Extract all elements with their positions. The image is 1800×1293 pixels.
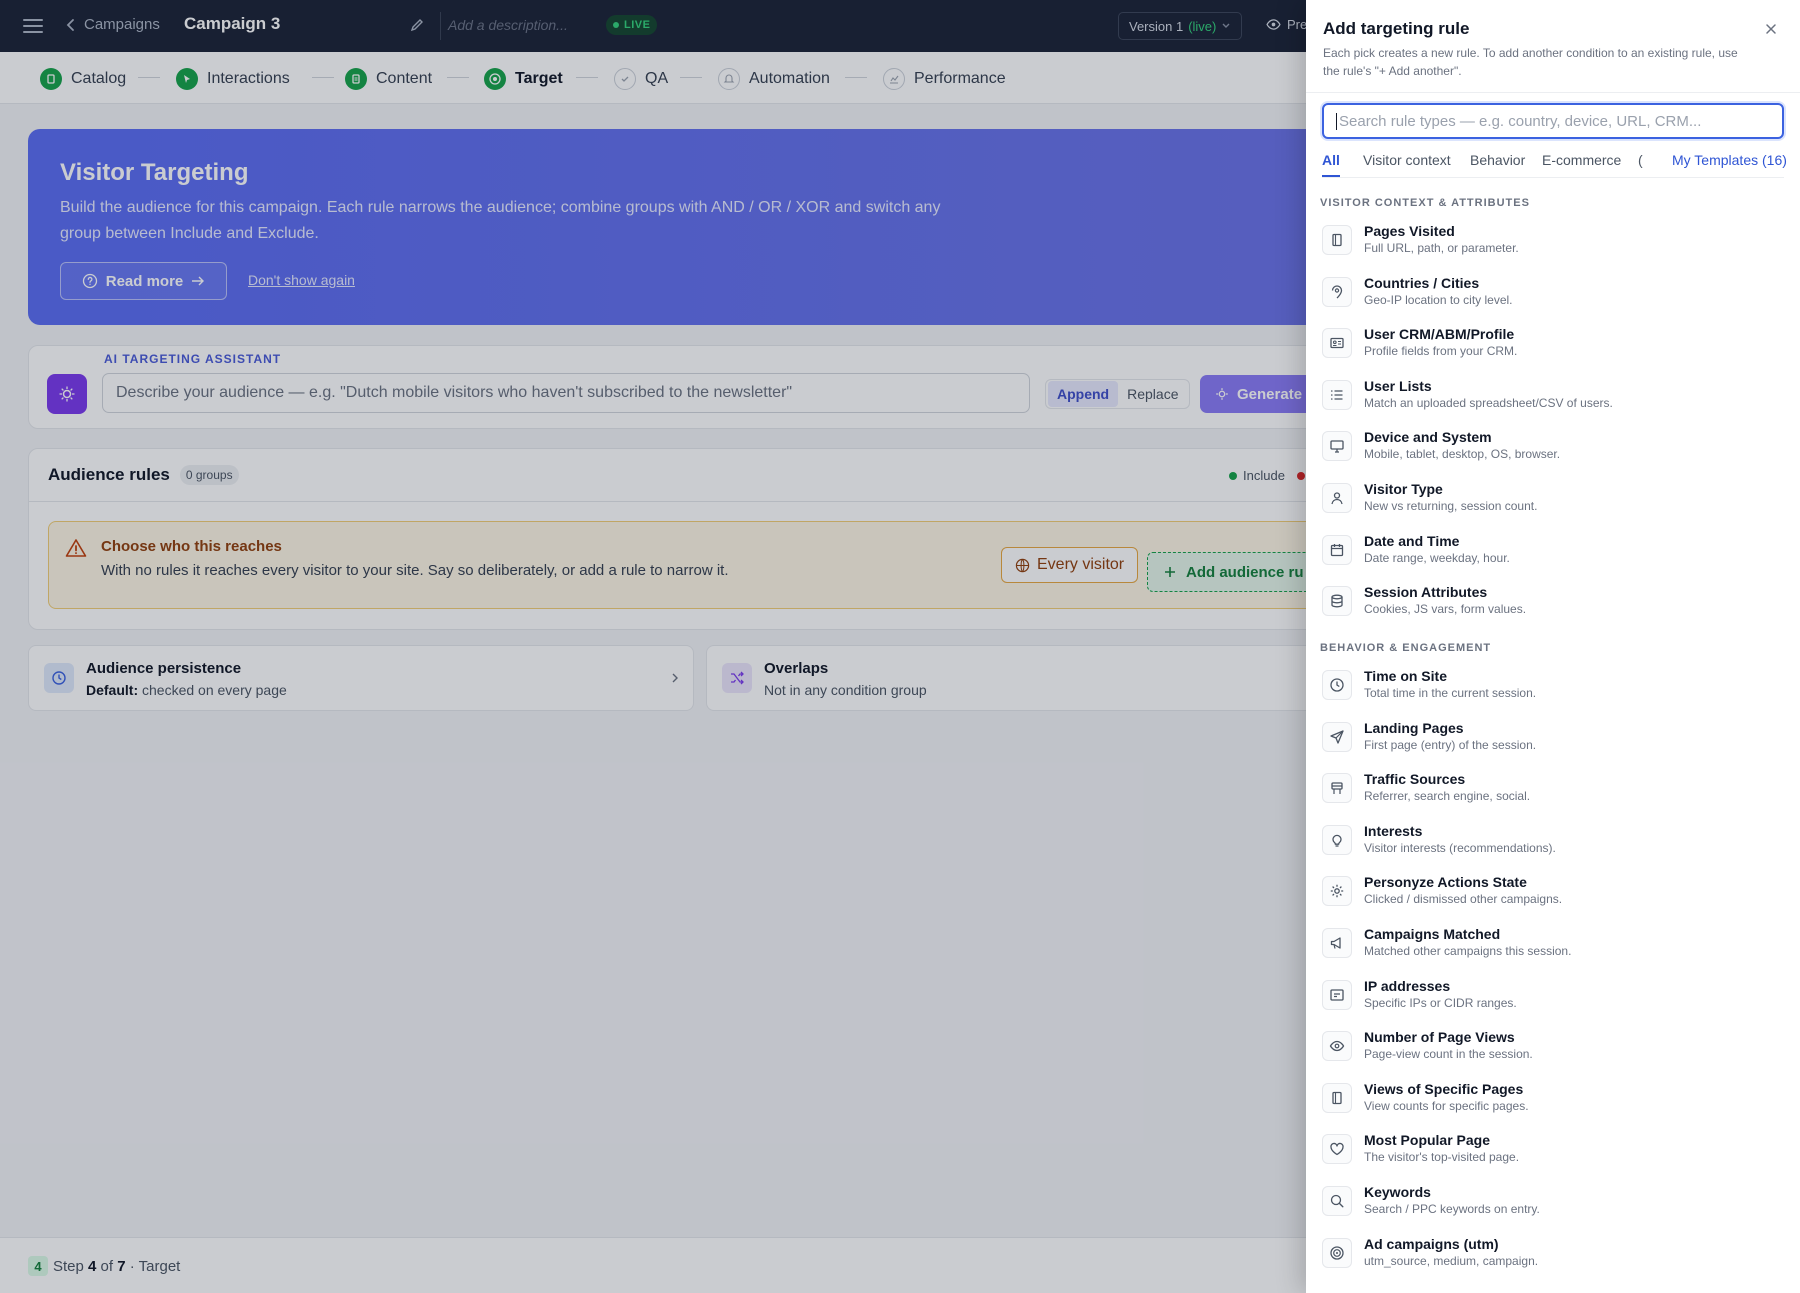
rule-type-item[interactable]: Visitor Type New vs returning, session co…	[1322, 477, 1782, 521]
rule-type-item[interactable]: Session Attributes Cookies, JS vars, form…	[1322, 580, 1782, 624]
rule-type-description: utm_source, medium, campaign.	[1364, 1253, 1539, 1268]
rule-type-title: Landing Pages	[1364, 719, 1464, 736]
rule-type-item[interactable]: Date and Time Date range, weekday, hour.	[1322, 529, 1782, 573]
tab-my-templates[interactable]: My Templates (16)	[1672, 152, 1787, 168]
rule-type-title: Date and Time	[1364, 532, 1460, 549]
rule-type-item[interactable]: Most Popular Page The visitor's top-visit…	[1322, 1128, 1782, 1172]
tab-all[interactable]: All	[1322, 152, 1340, 168]
rule-type-item[interactable]: User Lists Match an uploaded spreadsheet/…	[1322, 374, 1782, 418]
rule-type-item[interactable]: Traffic Sources Referrer, search engine, …	[1322, 767, 1782, 811]
section-heading: BEHAVIOR & ENGAGEMENT	[1320, 642, 1492, 654]
rule-type-item[interactable]: IP addresses Specific IPs or CIDR ranges.	[1322, 974, 1782, 1018]
rule-type-item[interactable]: Ad campaigns (utm) utm_source, medium, ca…	[1322, 1232, 1782, 1276]
rule-type-item[interactable]: Countries / Cities Geo-IP location to cit…	[1322, 271, 1782, 315]
target-icon	[1322, 1237, 1352, 1268]
list-icon	[1322, 379, 1352, 410]
rule-type-description: Match an uploaded spreadsheet/CSV of use…	[1364, 395, 1613, 410]
megaphone-icon	[1322, 928, 1352, 958]
gear-icon	[1322, 876, 1352, 907]
id-card-icon	[1322, 328, 1352, 359]
active-tab-indicator	[1322, 175, 1340, 177]
rule-type-description: The visitor's top-visited page.	[1364, 1150, 1520, 1165]
rule-type-description: Total time in the current session.	[1364, 686, 1537, 700]
location-pin-icon	[1322, 276, 1352, 307]
rule-type-title: Most Popular Page	[1364, 1132, 1491, 1149]
search-icon	[1322, 1186, 1352, 1216]
person-icon	[1322, 483, 1352, 513]
rule-type-item[interactable]: Time on Site Total time in the current se…	[1322, 664, 1782, 708]
tab-e-commerce[interactable]: E-commerce	[1542, 152, 1621, 168]
monitor-icon	[1322, 431, 1352, 462]
rule-type-item[interactable]: Campaigns Matched Matched other campaigns…	[1322, 922, 1782, 966]
rule-type-description: Geo-IP location to city level.	[1364, 292, 1513, 307]
pages-icon	[1322, 225, 1352, 255]
rule-type-title: Time on Site	[1364, 668, 1447, 684]
tab-behavior[interactable]: Behavior	[1470, 152, 1525, 168]
rule-type-description: Page-view count in the session.	[1364, 1047, 1533, 1062]
text-caret	[1336, 112, 1337, 130]
eye-icon	[1322, 1031, 1352, 1062]
tab-overflow[interactable]: (	[1638, 152, 1643, 168]
heart-icon	[1322, 1134, 1352, 1165]
rule-type-title: Session Attributes	[1364, 584, 1488, 601]
rule-type-title: IP addresses	[1364, 977, 1451, 994]
rule-type-title: User Lists	[1364, 377, 1432, 394]
rule-type-item[interactable]: User CRM/ABM/Profile Profile fields from …	[1322, 322, 1782, 366]
rule-type-title: Campaigns Matched	[1364, 926, 1501, 942]
rule-type-description: Cookies, JS vars, form values.	[1364, 602, 1527, 617]
rule-type-description: Clicked / dismissed other campaigns.	[1364, 892, 1563, 907]
rule-type-item[interactable]: Pages Visited Full URL, path, or paramete…	[1322, 219, 1782, 263]
signpost-icon	[1322, 773, 1352, 804]
rule-type-description: Search / PPC keywords on entry.	[1364, 1202, 1540, 1216]
rule-type-title: Visitor Type	[1364, 481, 1443, 497]
rule-type-title: Views of Specific Pages	[1364, 1080, 1524, 1097]
close-icon[interactable]	[1764, 22, 1778, 36]
rule-type-description: New vs returning, session count.	[1364, 499, 1538, 513]
database-icon	[1322, 586, 1352, 617]
clock-icon	[1322, 670, 1352, 700]
rule-type-title: Number of Page Views	[1364, 1029, 1515, 1046]
send-icon	[1322, 721, 1352, 752]
rule-type-item[interactable]: Interests Visitor interests (recommendati…	[1322, 819, 1782, 863]
rule-type-title: Personyze Actions State	[1364, 874, 1527, 891]
rule-type-title: Countries / Cities	[1364, 274, 1480, 291]
rule-type-item[interactable]: Personyze Actions State Clicked / dismiss…	[1322, 870, 1782, 914]
rule-type-title: Keywords	[1364, 1184, 1431, 1200]
rule-type-item[interactable]: Number of Page Views Page-view count in t…	[1322, 1025, 1782, 1069]
rule-type-description: Referrer, search engine, social.	[1364, 789, 1531, 804]
rule-type-title: Traffic Sources	[1364, 771, 1466, 788]
rule-category-tabs: All Visitor context Behavior E-commerce …	[1322, 150, 1787, 178]
rule-type-title: Ad campaigns (utm)	[1364, 1235, 1499, 1252]
panel-subtitle: Each pick creates a new rule. To add ano…	[1323, 46, 1738, 78]
rule-type-description: Matched other campaigns this session.	[1364, 944, 1572, 958]
rule-type-description: First page (entry) of the session.	[1364, 737, 1537, 752]
rule-search-input[interactable]: Search rule types — e.g. country, device…	[1322, 103, 1784, 139]
tab-visitor-context[interactable]: Visitor context	[1363, 152, 1451, 168]
divider	[1306, 92, 1800, 93]
rule-type-description: Mobile, tablet, desktop, OS, browser.	[1364, 447, 1561, 462]
rule-type-title: User CRM/ABM/Profile	[1364, 326, 1515, 343]
rule-type-item[interactable]: Views of Specific Pages View counts for s…	[1322, 1077, 1782, 1121]
rule-type-description: View counts for specific pages.	[1364, 1098, 1529, 1113]
pages-icon	[1322, 1082, 1352, 1113]
rule-type-title: Pages Visited	[1364, 223, 1455, 239]
search-placeholder: Search rule types — e.g. country, device…	[1339, 112, 1702, 130]
rule-type-item[interactable]: Keywords Search / PPC keywords on entry.	[1322, 1180, 1782, 1224]
rule-type-item[interactable]: Device and System Mobile, tablet, desktop…	[1322, 425, 1782, 469]
rule-type-description: Full URL, path, or parameter.	[1364, 241, 1519, 255]
rule-type-description: Profile fields from your CRM.	[1364, 344, 1518, 359]
add-targeting-rule-panel: Add targeting rule Each pick creates a n…	[1306, 0, 1800, 1293]
lightbulb-icon	[1322, 824, 1352, 855]
section-heading: VISITOR CONTEXT & ATTRIBUTES	[1320, 197, 1530, 209]
rule-type-title: Interests	[1364, 822, 1423, 839]
rule-type-title: Device and System	[1364, 429, 1492, 446]
rule-type-description: Specific IPs or CIDR ranges.	[1364, 995, 1517, 1010]
rule-type-description: Visitor interests (recommendations).	[1364, 840, 1556, 855]
rule-type-item[interactable]: Landing Pages First page (entry) of the s…	[1322, 716, 1782, 760]
terminal-icon	[1322, 979, 1352, 1010]
calendar-icon	[1322, 534, 1352, 565]
rule-type-description: Date range, weekday, hour.	[1364, 550, 1510, 565]
panel-title: Add targeting rule	[1323, 19, 1470, 38]
